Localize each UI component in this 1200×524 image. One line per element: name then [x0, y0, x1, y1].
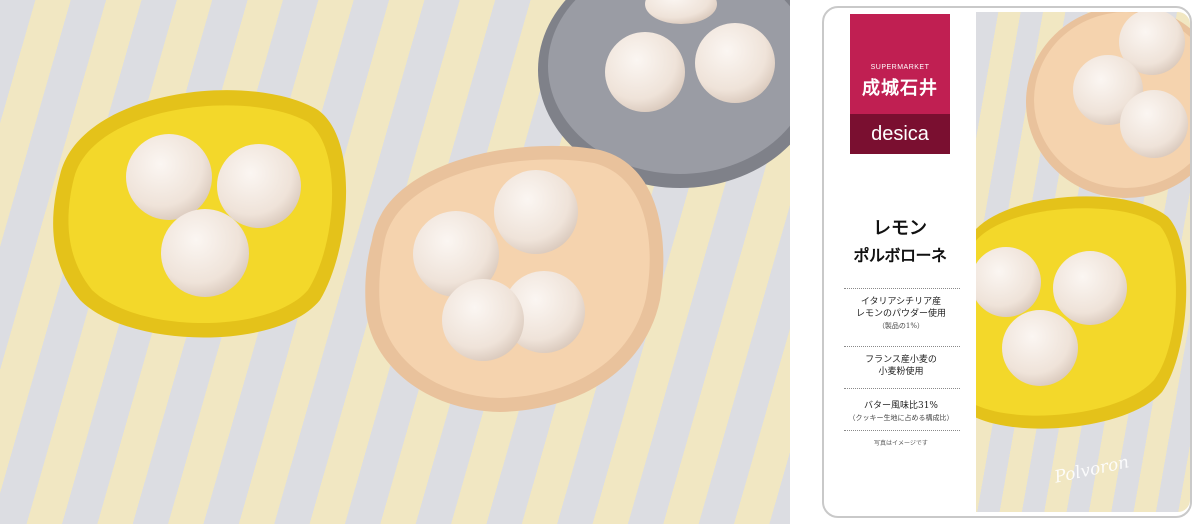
peach-plate — [365, 145, 664, 412]
cookie — [605, 32, 685, 112]
divider — [844, 346, 960, 347]
divider — [844, 288, 960, 289]
image-disclaimer: 写真はイメージです — [874, 440, 928, 447]
cookie — [494, 170, 578, 254]
package-photo — [976, 12, 1190, 512]
product-package: SUPERMARKET 成城石井 desica レモン ポルボローネ イタリアシ… — [822, 6, 1192, 518]
yellow-plate — [53, 90, 347, 338]
brand-name: 成城石井 — [862, 78, 938, 99]
cookie — [1053, 251, 1127, 325]
package-plates-illustration — [976, 12, 1190, 429]
product-title-line2: ポルボローネ — [853, 246, 947, 265]
product-photo — [0, 0, 790, 524]
divider — [844, 388, 960, 389]
cookie — [442, 279, 524, 361]
cookie — [1120, 90, 1188, 158]
cookie — [126, 134, 212, 220]
cookie — [695, 23, 775, 103]
feature-item: イタリアシチリア産 レモンのパウダー使用 （製品の1%） — [838, 296, 964, 332]
product-title-line1: レモン — [873, 218, 927, 239]
brand-super-text: SUPERMARKET — [870, 64, 930, 71]
feature-main: イタリアシチリア産 レモンのパウダー使用 — [855, 297, 946, 319]
peach-plate — [1026, 12, 1190, 198]
feature-main: フランス産小麦の 小麦粉使用 — [865, 355, 937, 377]
brand-logo-top: SUPERMARKET 成城石井 — [850, 14, 950, 114]
feature-note: （クッキー生地に占める構成比） — [848, 414, 954, 422]
feature-main: バター風味比31% — [863, 401, 938, 411]
plates-illustration — [53, 0, 790, 412]
divider — [844, 430, 960, 431]
cookie — [1002, 310, 1078, 386]
cookie — [217, 144, 301, 228]
brand-line: desica — [850, 114, 950, 154]
feature-item: バター風味比31% （クッキー生地に占める構成比） — [838, 400, 964, 424]
yellow-plate — [976, 196, 1187, 429]
cookie — [161, 209, 249, 297]
feature-note: （製品の1%） — [877, 322, 925, 330]
feature-item: フランス産小麦の 小麦粉使用 — [838, 354, 964, 378]
brand-logo: SUPERMARKET 成城石井 desica — [850, 14, 950, 154]
